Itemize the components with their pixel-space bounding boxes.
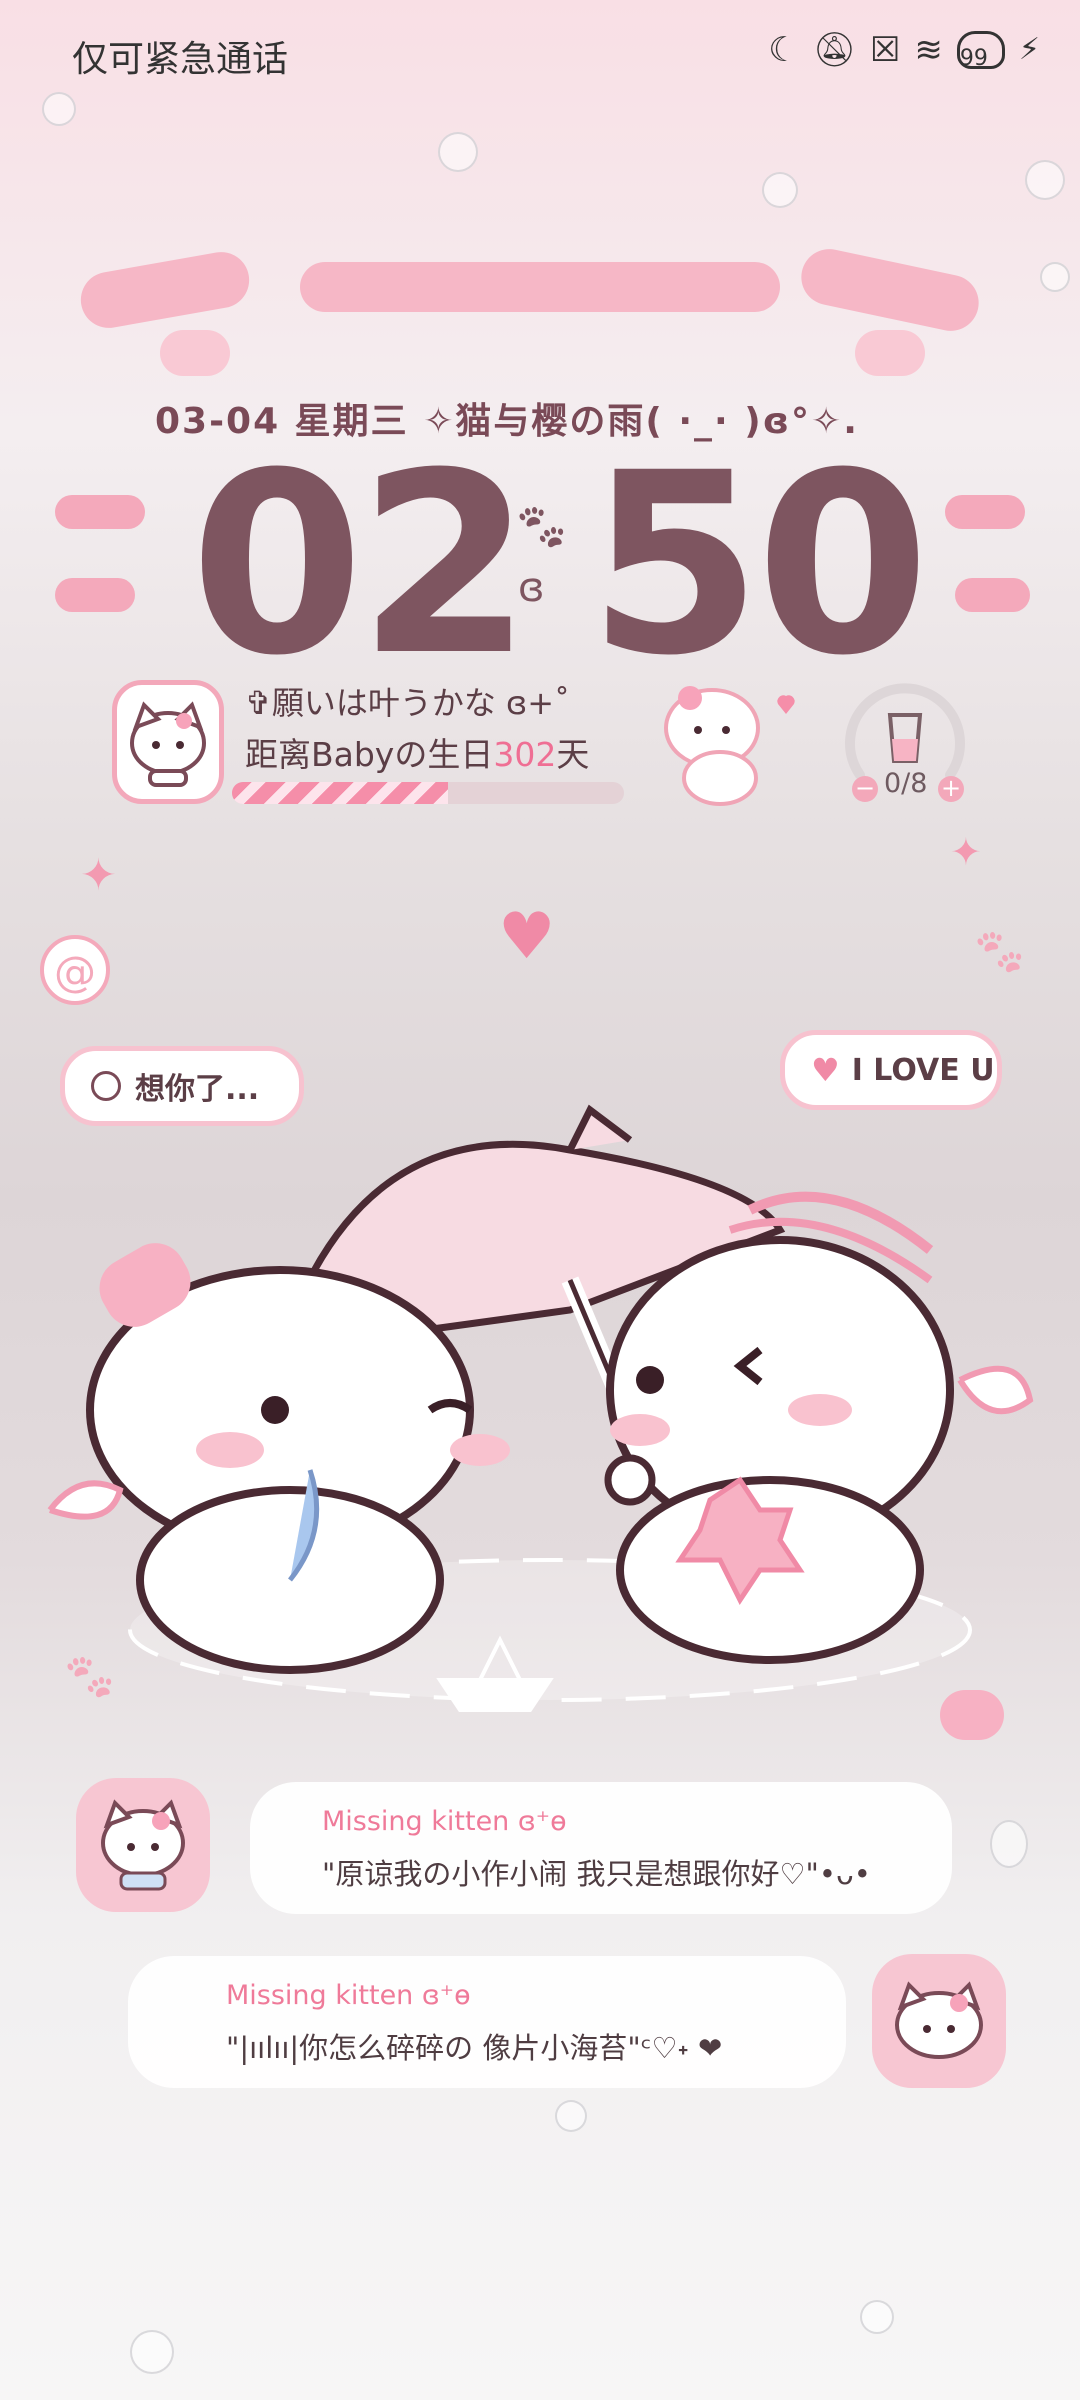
kittens-umbrella-image (47, 1104, 1034, 1712)
water-drop-decoration (990, 1820, 1028, 1868)
clock-hours: 02 (190, 419, 532, 710)
paw-print-icon: 🐾︎ (970, 925, 1029, 979)
cat-ear-inner-left (160, 330, 230, 376)
charging-icon: ⚡ (1018, 32, 1040, 67)
water-drop-decoration (860, 2300, 894, 2334)
water-increase-button[interactable]: + (938, 776, 964, 802)
message-card-2[interactable]: Missing kitten ɞ⁺ɵ "|ıılıı|你怎么碎碎の 像片小海苔"… (128, 1956, 846, 2088)
carrier-status-text: 仅可紧急通话 (72, 39, 289, 80)
kitten-sticker-icon (664, 686, 795, 806)
clock-minutes: 50 (588, 419, 930, 710)
no-sim-icon: ☒ (869, 30, 901, 70)
battery-icon: 99 (956, 31, 1005, 71)
message-text: "|ıılıı|你怎么碎碎の 像片小海苔"ᶜ♡˖ ❤ (226, 2031, 723, 2065)
fish-sticker-icon (940, 1690, 1004, 1740)
sparkle-icon: ✦ (80, 850, 117, 901)
kitten-avatar-icon (895, 1981, 983, 2059)
water-drop-decoration (438, 132, 478, 172)
countdown-progress-bar (232, 782, 624, 804)
countdown-suffix: 天 (556, 735, 590, 774)
kitten-avatar-widget[interactable] (112, 680, 224, 804)
cat-ear-inner-right (855, 330, 925, 376)
water-drop-decoration (130, 2330, 174, 2374)
status-icons: ☾ 🔕︎ ☒ ≋ 99 ⚡ (768, 30, 1040, 71)
water-drop-decoration (1025, 160, 1065, 200)
birthday-countdown: 距离Babyの生日302天 (245, 728, 589, 776)
message-text: "原谅我の小作小闹 我只是想跟你好♡"•ᴗ• (322, 1857, 871, 1891)
message-card-1[interactable]: Missing kitten ɞ⁺ɵ "原谅我の小作小闹 我只是想跟你好♡"•ᴗ… (250, 1782, 952, 1914)
kittens-umbrella-illustration (30, 1050, 1060, 1770)
cat-ear-right-decoration (796, 243, 984, 337)
heart-icon: ♥ (498, 900, 556, 974)
mute-icon: 🔕︎ (812, 30, 856, 70)
whisker-right-bottom (955, 578, 1030, 612)
paw-print-icon: 🐾︎ (60, 1650, 119, 1704)
countdown-prefix: 距离Babyの生日 (245, 735, 494, 774)
kitten-avatar-icon (101, 1799, 185, 1891)
moon-icon: ☾ (768, 30, 799, 70)
countdown-progress-fill (232, 782, 448, 804)
kitten-sticker-decoration (650, 670, 800, 810)
water-drop-decoration (762, 172, 798, 208)
sparkle-icon: ✦ (950, 830, 982, 874)
whisker-left-top (55, 495, 145, 529)
paw-print-icon: 🐾︎ (512, 500, 571, 554)
whisker-left-bottom (55, 578, 135, 612)
message-avatar-1[interactable] (76, 1778, 210, 1912)
message-sender-name: Missing kitten ɞ⁺ɵ (226, 1980, 471, 2011)
battery-level: 99 (959, 46, 988, 71)
cat-ear-left-decoration (76, 247, 254, 333)
swirl-icon: ɞ (518, 565, 545, 611)
water-drop-decoration (1040, 262, 1070, 292)
kitten-icon (130, 701, 206, 787)
water-drop-decoration (555, 2100, 587, 2132)
wish-text: ✞願いは叶うかな ɞ+˚ (245, 684, 571, 722)
water-count: 0/8 (884, 768, 928, 799)
swirl-candy-icon: @ (40, 935, 110, 1005)
message-sender-name: Missing kitten ɞ⁺ɵ (322, 1806, 567, 1837)
countdown-days: 302 (493, 735, 557, 774)
water-decrease-button[interactable]: − (852, 776, 878, 802)
whisker-right-top (945, 495, 1025, 529)
water-drop-decoration (42, 92, 76, 126)
status-bar: 仅可紧急通话 ☾ 🔕︎ ☒ ≋ 99 ⚡ (0, 0, 1080, 110)
wifi-icon: ≋ (914, 30, 943, 70)
cat-head-top-decoration (300, 262, 780, 312)
message-avatar-2[interactable] (872, 1954, 1006, 2088)
